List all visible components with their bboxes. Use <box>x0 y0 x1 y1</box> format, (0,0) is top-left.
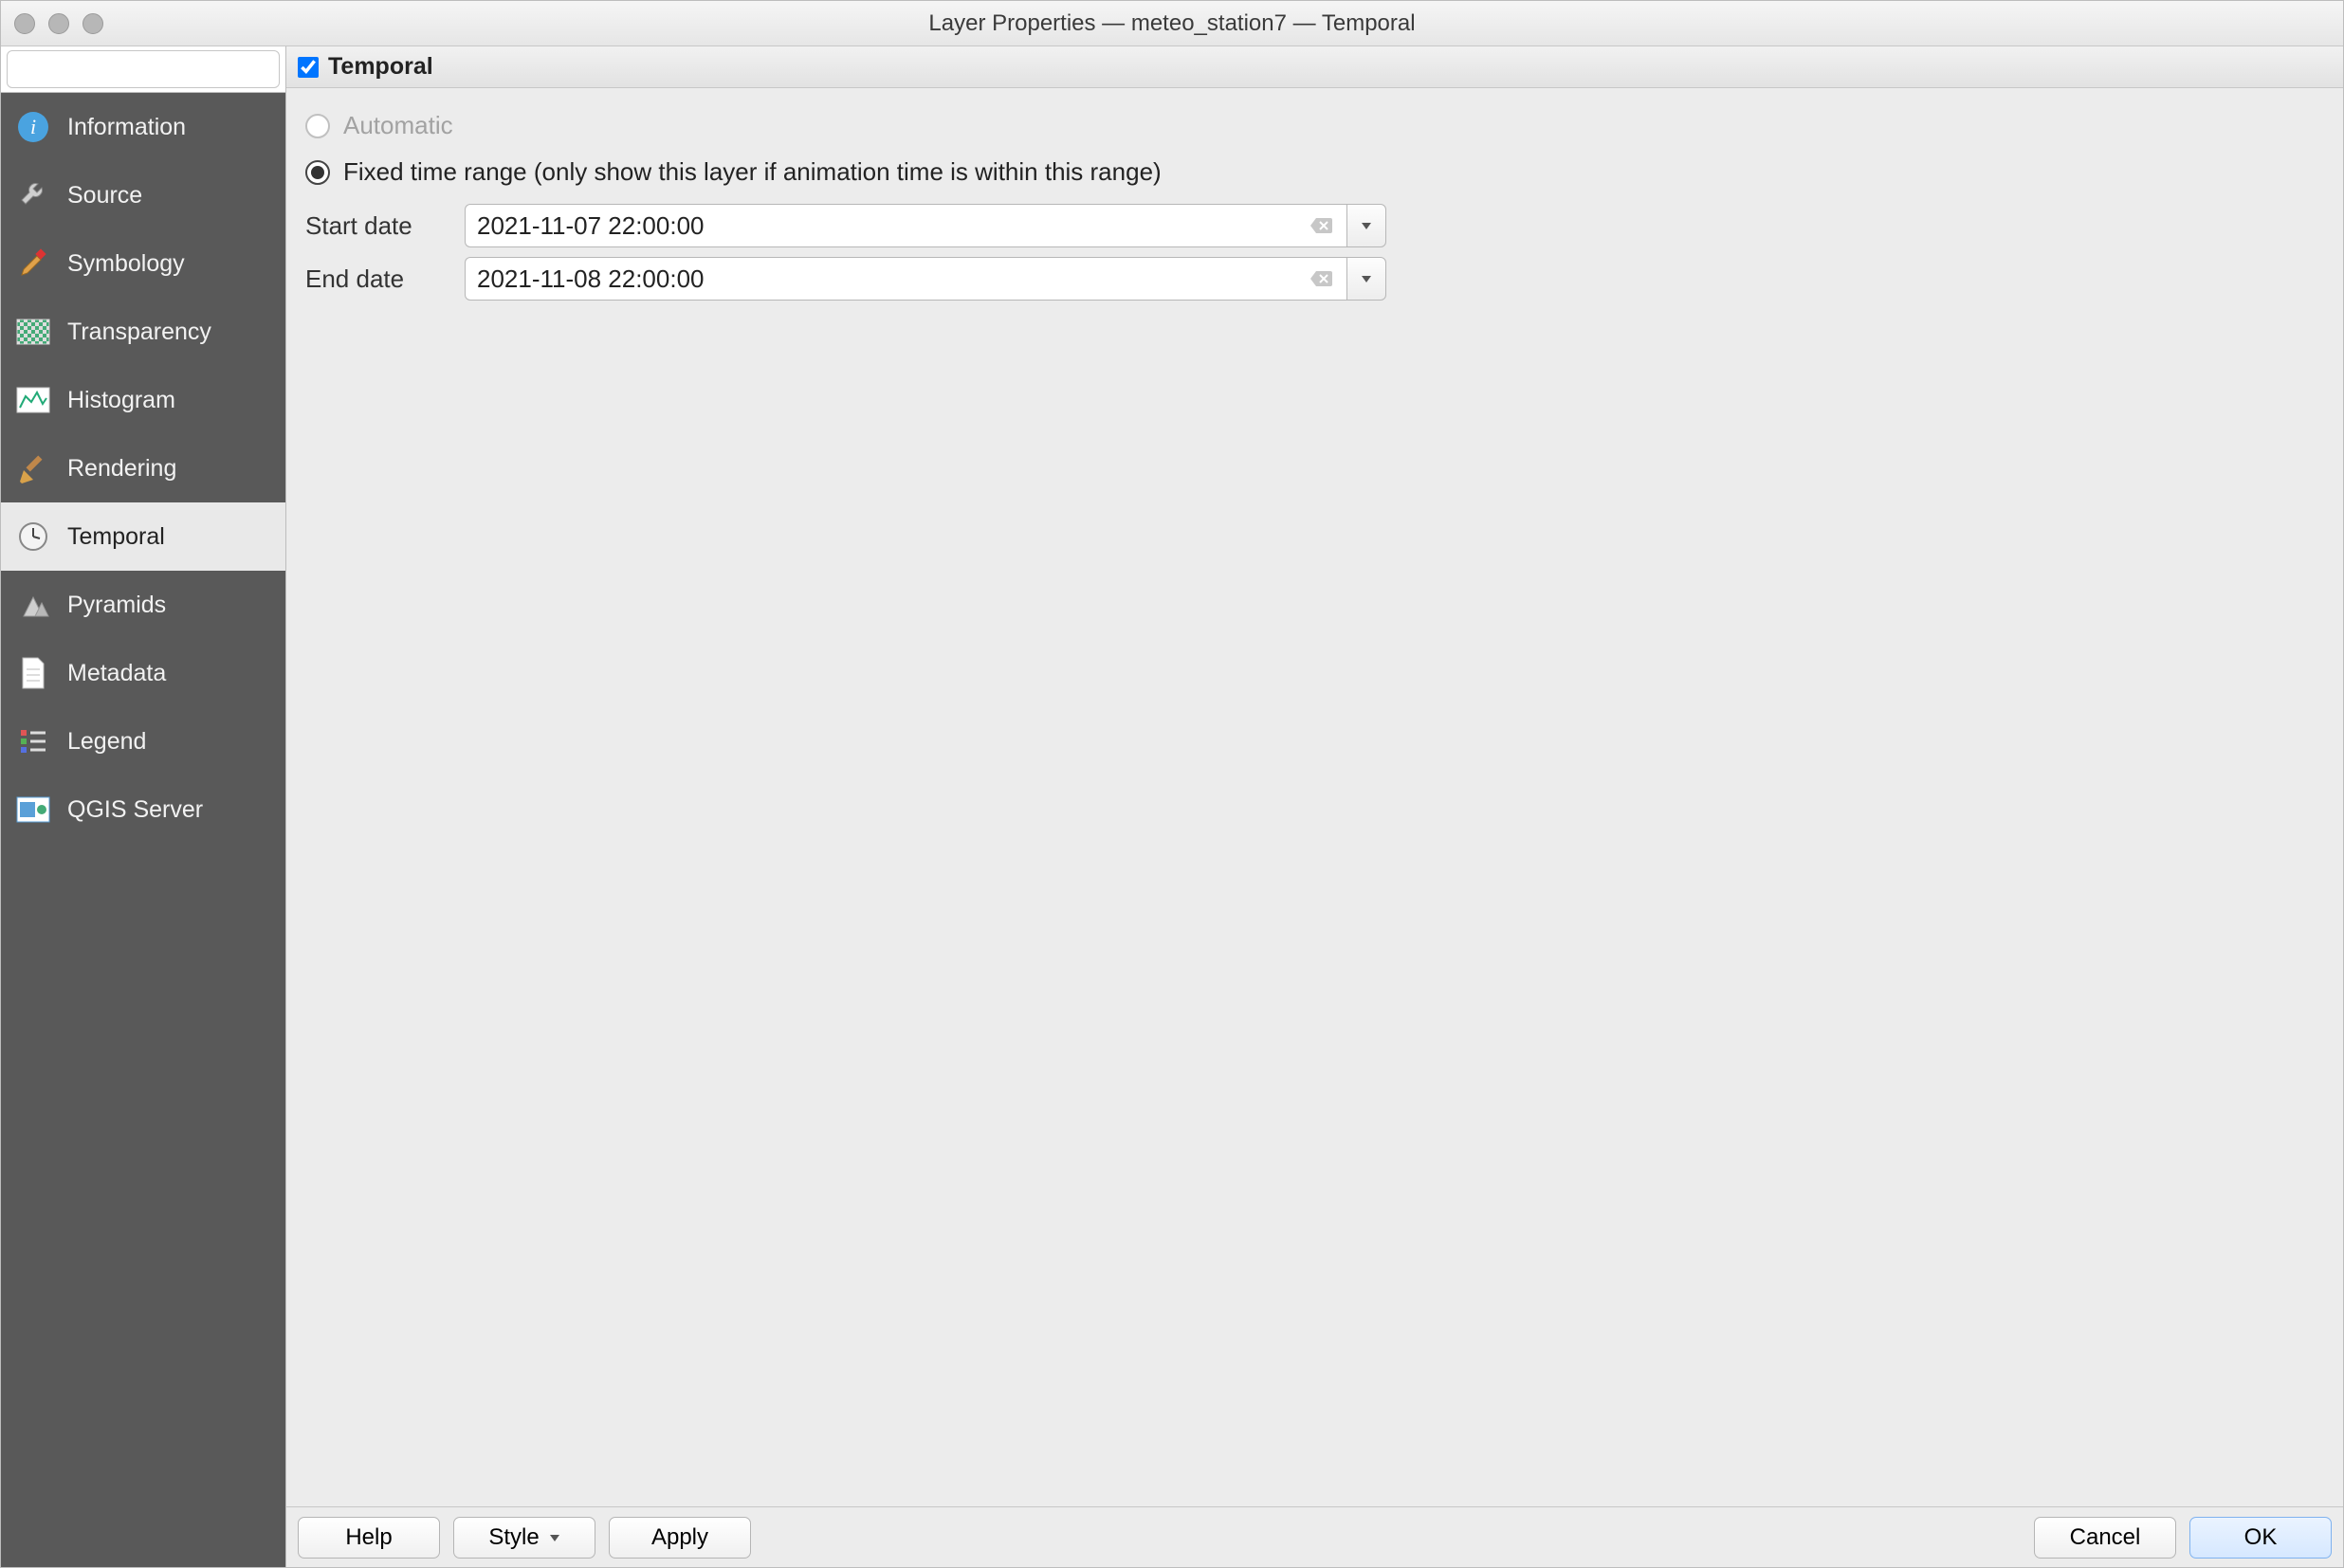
window-controls <box>14 13 103 34</box>
dialog-footer: Help Style Apply Cancel OK <box>286 1506 2343 1567</box>
start-date-value: 2021-11-07 22:00:00 <box>477 211 1301 241</box>
sidebar-item-label: QGIS Server <box>67 796 203 824</box>
chevron-down-icon <box>1360 219 1373 232</box>
radio-automatic <box>305 114 330 138</box>
option-fixed-range-label: Fixed time range (only show this layer i… <box>343 157 1162 187</box>
layer-properties-window: Layer Properties — meteo_station7 — Temp… <box>0 0 2344 1568</box>
sidebar-item-pyramids[interactable]: Pyramids <box>1 571 285 639</box>
server-icon <box>14 791 52 829</box>
sidebar-search[interactable] <box>7 50 280 88</box>
info-icon: i <box>14 108 52 146</box>
pyramids-icon <box>14 586 52 624</box>
start-date-label: Start date <box>305 211 448 241</box>
sidebar-item-label: Symbology <box>67 250 185 278</box>
temporal-section-title: Temporal <box>328 53 433 81</box>
sidebar-item-source[interactable]: Source <box>1 161 285 229</box>
help-button-label: Help <box>345 1524 392 1551</box>
paintbrush-icon <box>14 449 52 487</box>
sidebar-nav: i Information Source Symbology <box>1 93 285 1567</box>
legend-icon <box>14 722 52 760</box>
cancel-button-label: Cancel <box>2070 1524 2141 1551</box>
sidebar-item-label: Legend <box>67 728 146 756</box>
sidebar-item-symbology[interactable]: Symbology <box>1 229 285 298</box>
sidebar-item-label: Transparency <box>67 319 211 346</box>
start-date-group: 2021-11-07 22:00:00 <box>465 204 1386 247</box>
sidebar-item-transparency[interactable]: Transparency <box>1 298 285 366</box>
option-automatic: Automatic <box>305 111 2324 140</box>
sidebar-item-temporal[interactable]: Temporal <box>1 502 285 571</box>
help-button[interactable]: Help <box>298 1517 440 1559</box>
svg-text:i: i <box>30 115 36 138</box>
sidebar-item-histogram[interactable]: Histogram <box>1 366 285 434</box>
sidebar-item-label: Rendering <box>67 455 176 483</box>
end-date-input[interactable]: 2021-11-08 22:00:00 <box>465 257 1346 301</box>
sidebar: i Information Source Symbology <box>1 46 285 1567</box>
content-area: Temporal Automatic Fixed time range (onl… <box>285 46 2343 1567</box>
option-automatic-label: Automatic <box>343 111 453 140</box>
style-button-label: Style <box>488 1524 539 1551</box>
document-icon <box>14 654 52 692</box>
brush-icon <box>14 245 52 283</box>
end-date-label: End date <box>305 264 448 294</box>
ok-button-label: OK <box>2244 1524 2278 1551</box>
sidebar-item-label: Information <box>67 114 186 141</box>
clear-end-date-icon[interactable] <box>1307 264 1335 293</box>
window-zoom-dot[interactable] <box>82 13 103 34</box>
window-close-dot[interactable] <box>14 13 35 34</box>
search-input[interactable] <box>21 57 294 82</box>
clear-start-date-icon[interactable] <box>1307 211 1335 240</box>
apply-button[interactable]: Apply <box>609 1517 751 1559</box>
sidebar-item-label: Metadata <box>67 660 166 687</box>
sidebar-item-legend[interactable]: Legend <box>1 707 285 775</box>
style-button[interactable]: Style <box>453 1517 595 1559</box>
option-fixed-range[interactable]: Fixed time range (only show this layer i… <box>305 157 2324 187</box>
titlebar: Layer Properties — meteo_station7 — Temp… <box>1 1 2343 46</box>
temporal-section-header: Temporal <box>286 46 2343 88</box>
radio-fixed-range[interactable] <box>305 160 330 185</box>
sidebar-item-label: Source <box>67 182 142 210</box>
window-minimize-dot[interactable] <box>48 13 69 34</box>
chevron-down-icon <box>549 1532 560 1543</box>
sidebar-item-rendering[interactable]: Rendering <box>1 434 285 502</box>
histogram-icon <box>14 381 52 419</box>
end-date-group: 2021-11-08 22:00:00 <box>465 257 1386 301</box>
transparency-icon <box>14 313 52 351</box>
sidebar-item-label: Pyramids <box>67 592 166 619</box>
sidebar-search-wrap <box>1 46 285 93</box>
ok-button[interactable]: OK <box>2189 1517 2332 1559</box>
end-date-value: 2021-11-08 22:00:00 <box>477 264 1301 294</box>
end-date-row: End date 2021-11-08 22:00:00 <box>305 257 2324 301</box>
clock-icon <box>14 518 52 556</box>
sidebar-item-label: Histogram <box>67 387 175 414</box>
temporal-enable-checkbox[interactable] <box>298 57 319 78</box>
start-date-input[interactable]: 2021-11-07 22:00:00 <box>465 204 1346 247</box>
start-date-dropdown-button[interactable] <box>1346 204 1386 247</box>
temporal-section-body: Automatic Fixed time range (only show th… <box>286 88 2343 1506</box>
sidebar-item-metadata[interactable]: Metadata <box>1 639 285 707</box>
apply-button-label: Apply <box>651 1524 708 1551</box>
cancel-button[interactable]: Cancel <box>2034 1517 2176 1559</box>
end-date-dropdown-button[interactable] <box>1346 257 1386 301</box>
sidebar-item-information[interactable]: i Information <box>1 93 285 161</box>
sidebar-item-label: Temporal <box>67 523 165 551</box>
dialog-body: i Information Source Symbology <box>1 46 2343 1567</box>
wrench-icon <box>14 176 52 214</box>
sidebar-item-qgis-server[interactable]: QGIS Server <box>1 775 285 844</box>
start-date-row: Start date 2021-11-07 22:00:00 <box>305 204 2324 247</box>
chevron-down-icon <box>1360 272 1373 285</box>
window-title: Layer Properties — meteo_station7 — Temp… <box>1 10 2343 37</box>
